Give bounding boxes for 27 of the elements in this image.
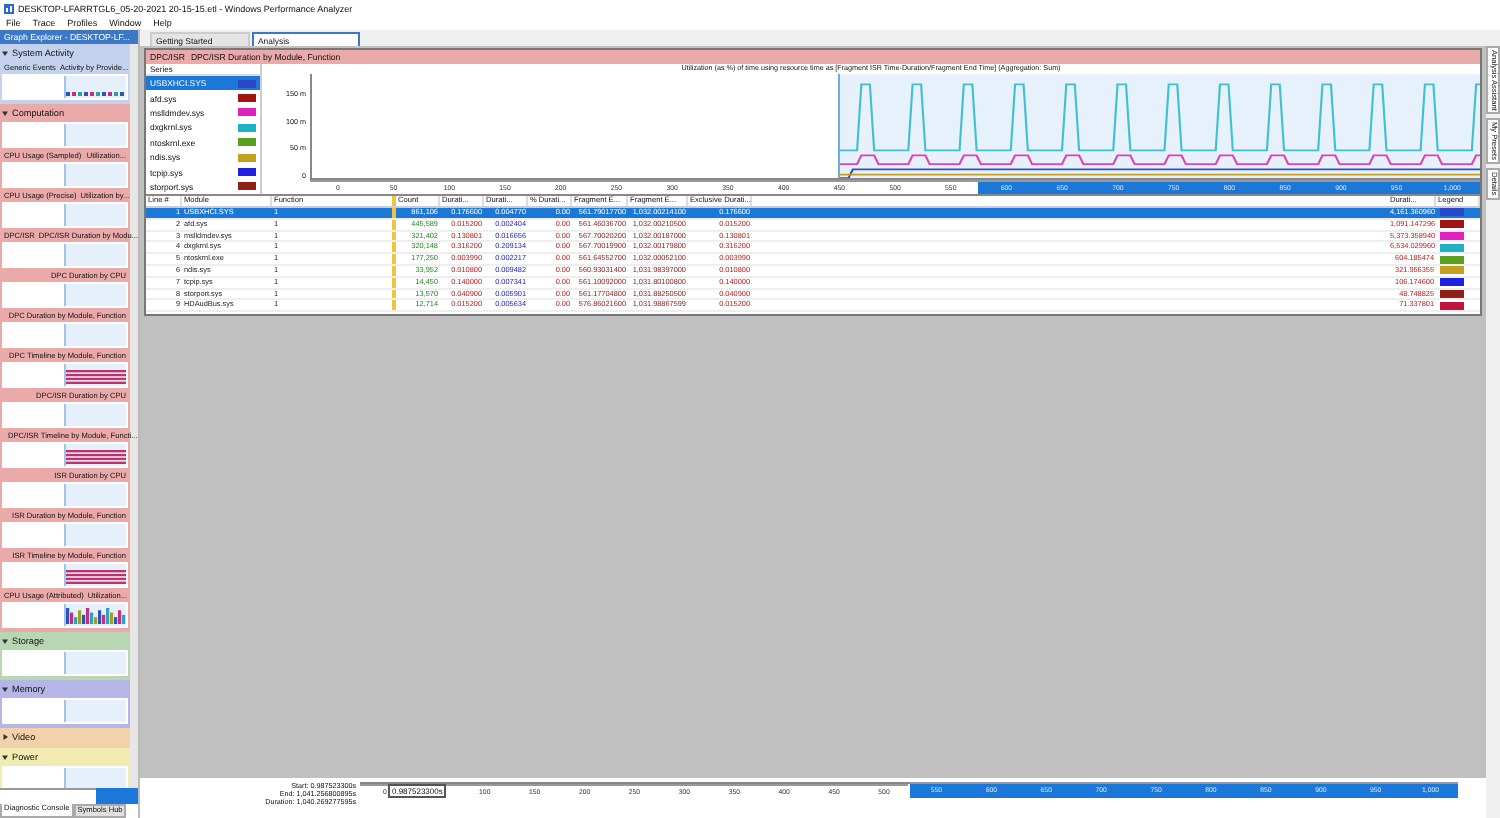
caret-icon[interactable] [2, 638, 8, 644]
graph-thumbnail[interactable] [2, 402, 128, 428]
graph-thumbnail[interactable] [2, 122, 128, 148]
graph-thumbnail[interactable] [2, 322, 128, 348]
caret-icon[interactable] [2, 686, 8, 692]
graph-thumbnail[interactable] [2, 74, 128, 100]
graph-thumbnail[interactable] [2, 482, 128, 508]
caret-icon[interactable] [2, 50, 8, 56]
caret-icon[interactable] [2, 754, 8, 760]
graph-thumbnail[interactable] [2, 650, 128, 676]
caret-icon[interactable] [2, 110, 8, 116]
timeline-drawing [66, 450, 126, 464]
graph-thumbnail[interactable] [2, 766, 128, 788]
graph-thumbnail[interactable] [2, 362, 128, 388]
graph-thumbnail[interactable] [2, 522, 128, 548]
graph-thumbnail[interactable] [2, 202, 128, 228]
graph-thumbnail[interactable] [2, 442, 128, 468]
graph-thumbnail[interactable] [2, 698, 128, 724]
graph-thumbnail[interactable] [2, 162, 128, 188]
caret-icon[interactable] [2, 734, 8, 740]
graph-thumbnail[interactable] [2, 242, 128, 268]
timeline-drawing [66, 570, 126, 584]
graph-thumbnail[interactable] [2, 562, 128, 588]
graph-thumbnail[interactable] [2, 602, 128, 628]
bar-graph-drawing [66, 608, 126, 624]
timeline-drawing [66, 370, 126, 384]
graph-thumbnail[interactable] [2, 282, 128, 308]
